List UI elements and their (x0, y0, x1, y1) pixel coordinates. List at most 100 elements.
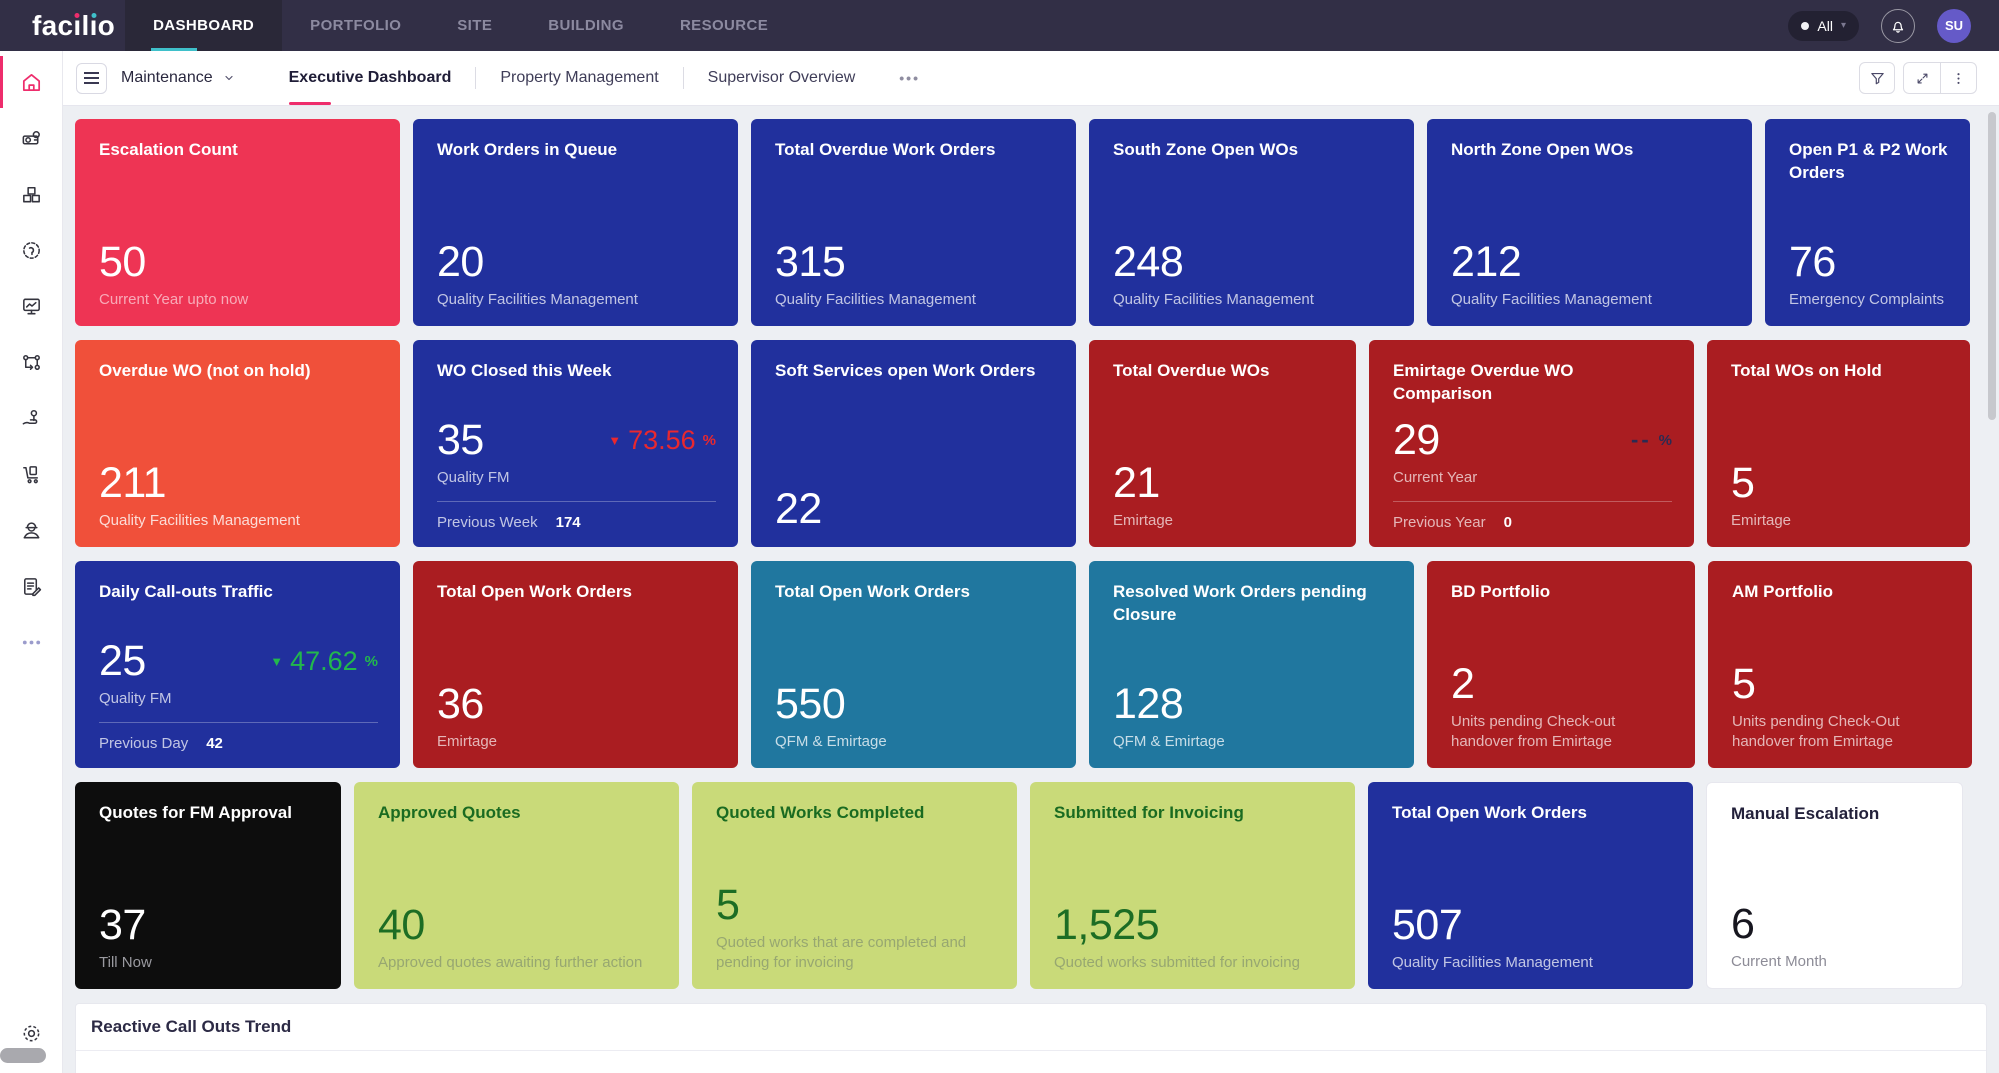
card-subtitle: Quoted works that are completed and pend… (716, 933, 995, 974)
kpi-card[interactable]: Soft Services open Work Orders22 (751, 340, 1076, 547)
card-title: Resolved Work Orders pending Closure (1113, 581, 1392, 627)
card-subtitle: QFM & Emirtage (1113, 732, 1392, 752)
kpi-card[interactable]: BD Portfolio2Units pending Check-out han… (1427, 561, 1695, 768)
card-title: Work Orders in Queue (437, 139, 716, 162)
kpi-card[interactable]: Total Open Work Orders36Emirtage (413, 561, 738, 768)
trend-down-icon: ▼ (608, 434, 621, 447)
sidebar-item-settings[interactable] (19, 1021, 43, 1045)
kpi-card[interactable]: Submitted for Invoicing1,525Quoted works… (1030, 782, 1355, 989)
kpi-card[interactable]: Daily Call-outs Traffic25▼47.62%Quality … (75, 561, 400, 768)
card-footer: Previous Day42 (99, 722, 378, 752)
sidebar-item-workforce[interactable] (19, 518, 43, 542)
kpi-card[interactable]: Escalation Count50Current Year upto now (75, 119, 400, 326)
kpi-card[interactable]: WO Closed this Week35▼73.56%Quality FMPr… (413, 340, 738, 547)
tab-supervisor-overview[interactable]: Supervisor Overview (684, 51, 880, 105)
card-subtitle: Quality Facilities Management (1113, 290, 1392, 310)
panel-header: Reactive Call Outs Trend (76, 1004, 1986, 1051)
document-edit-icon (20, 575, 43, 598)
sidebar-item-more[interactable] (19, 630, 43, 654)
card-subtitle: Emirtage (437, 732, 716, 752)
kpi-card[interactable]: Total Overdue WOs21Emirtage (1089, 340, 1356, 547)
card-value: 5 (1732, 663, 1755, 706)
card-main: 211 Quality Facilities Management (99, 462, 378, 531)
card-subtitle: Quality Facilities Management (1392, 953, 1671, 973)
bottom-drag-handle[interactable] (0, 1048, 46, 1063)
card-value: 5 (716, 884, 739, 927)
trend-unit: % (1659, 432, 1672, 449)
card-main: 5 Quoted works that are completed and pen… (716, 884, 995, 974)
kpi-card[interactable]: Total Open Work Orders550QFM & Emirtage (751, 561, 1076, 768)
options-button[interactable] (1940, 63, 1976, 93)
dashboard-folder-menu[interactable]: Maintenance (121, 69, 235, 87)
kpi-card[interactable]: Total Overdue Work Orders315Quality Faci… (751, 119, 1076, 326)
card-main: 22 (775, 488, 1054, 531)
card-title: Daily Call-outs Traffic (99, 581, 378, 604)
tab-property-management[interactable]: Property Management (476, 51, 682, 105)
kpi-card[interactable]: AM Portfolio5Units pending Check-Out han… (1708, 561, 1972, 768)
nav-item-site[interactable]: SITE (429, 0, 520, 51)
card-value: 22 (775, 488, 822, 531)
card-subtitle: Quality Facilities Management (1451, 290, 1730, 310)
card-title: Total Open Work Orders (437, 581, 716, 604)
sidebar-item-inventory[interactable] (19, 182, 43, 206)
dashboard-tabs: Executive Dashboard Property Management … (265, 51, 940, 105)
toolbar-action-group (1903, 62, 1977, 94)
card-value: 211 (99, 462, 166, 505)
chevron-down-icon (223, 72, 235, 84)
kpi-card[interactable]: Approved Quotes40Approved quotes awaitin… (354, 782, 679, 989)
nav-item-resource[interactable]: RESOURCE (652, 0, 796, 51)
nav-item-portfolio[interactable]: PORTFOLIO (282, 0, 429, 51)
fullscreen-button[interactable] (1904, 63, 1940, 93)
sidebar-item-assets[interactable] (19, 126, 43, 150)
sidebar-item-workflow[interactable] (19, 350, 43, 374)
card-value: 21 (1113, 462, 1160, 505)
kpi-card[interactable]: Resolved Work Orders pending Closure128Q… (1089, 561, 1414, 768)
card-value: 212 (1451, 241, 1521, 284)
tab-executive-dashboard[interactable]: Executive Dashboard (265, 51, 476, 105)
kpi-card[interactable]: North Zone Open WOs212Quality Facilities… (1427, 119, 1752, 326)
scope-selector[interactable]: All ▾ (1788, 11, 1859, 41)
kpi-row: Escalation Count50Current Year upto nowW… (75, 119, 1987, 326)
kpi-card[interactable]: South Zone Open WOs248Quality Facilities… (1089, 119, 1414, 326)
kpi-card[interactable]: Quoted Works Completed 5 Quoted works that… (692, 782, 1017, 989)
card-value: 76 (1789, 241, 1836, 284)
sidebar-item-home[interactable] (19, 70, 43, 94)
card-subtitle: Current Year (1393, 468, 1672, 488)
card-main: 507Quality Facilities Management (1392, 904, 1671, 973)
topnav-items: DASHBOARD PORTFOLIO SITE BUILDING RESOUR… (125, 0, 796, 51)
card-subtitle: Quality FM (437, 468, 716, 488)
vertical-scrollbar[interactable] (1988, 112, 1996, 420)
card-subtitle: Quoted works submitted for invoicing (1054, 953, 1333, 973)
filter-button[interactable] (1859, 62, 1895, 94)
assets-machine-icon (20, 127, 43, 150)
kpi-card[interactable]: Quotes for FM Approval37Till Now (75, 782, 341, 989)
card-value: 50 (99, 241, 146, 284)
card-main: 248Quality Facilities Management (1113, 241, 1392, 310)
sidebar-item-maintenance[interactable] (19, 238, 43, 262)
nav-item-dashboard[interactable]: DASHBOARD (125, 0, 282, 51)
kpi-card[interactable]: Work Orders in Queue20Quality Facilities… (413, 119, 738, 326)
sidebar-item-report-monitor[interactable] (19, 294, 43, 318)
sidebar-item-procurement[interactable] (19, 462, 43, 486)
more-tabs-button[interactable]: ••• (879, 51, 940, 105)
trend-indicator: ▼73.56% (608, 427, 716, 454)
kpi-card[interactable]: Emirtage Overdue WO Comparison29--%Curre… (1369, 340, 1694, 547)
avatar[interactable]: SU (1937, 9, 1971, 43)
notifications-button[interactable] (1881, 9, 1915, 43)
sidebar-item-field-services[interactable] (19, 406, 43, 430)
card-subtitle: Quality Facilities Management (99, 511, 378, 531)
kpi-card[interactable]: Total WOs on Hold5Emirtage (1707, 340, 1970, 547)
dashboard-list-button[interactable] (76, 63, 107, 94)
bell-icon (1889, 17, 1907, 35)
card-subtitle: QFM & Emirtage (775, 732, 1054, 752)
sidebar-item-report-edit[interactable] (19, 574, 43, 598)
card-subtitle: Approved quotes awaiting further action (378, 953, 657, 973)
kpi-card[interactable]: Overdue WO (not on hold)211Quality Facil… (75, 340, 400, 547)
kpi-card[interactable]: Total Open Work Orders507Quality Facilit… (1368, 782, 1693, 989)
expand-icon (1915, 71, 1930, 86)
kpi-card[interactable]: Open P1 & P2 Work Orders76Emergency Comp… (1765, 119, 1970, 326)
nav-item-building[interactable]: BUILDING (520, 0, 652, 51)
card-value: 35 (437, 419, 484, 462)
card-title: Quoted Works Completed (716, 802, 995, 825)
kpi-card[interactable]: Manual Escalation6Current Month (1706, 782, 1963, 989)
